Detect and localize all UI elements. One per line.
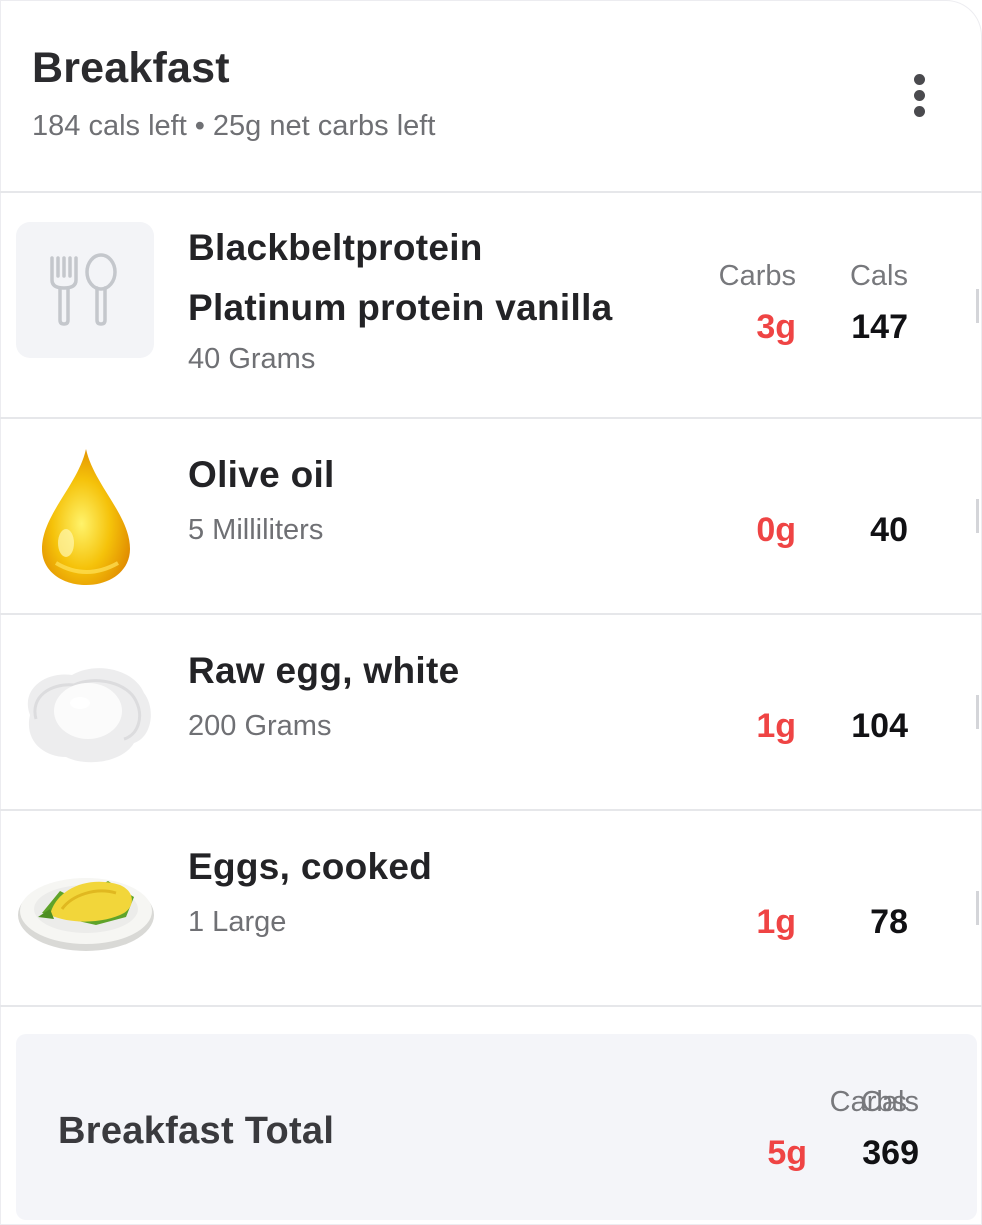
food-item-row[interactable]: Blackbeltprotein Platinum protein vanill… (0, 193, 982, 419)
carbs-value: 1g (756, 707, 796, 745)
summary-separator: • (194, 110, 205, 142)
carbs-value: 1g (756, 903, 796, 941)
cals-left: 184 cals left (32, 110, 187, 142)
oil-drop-icon (16, 445, 156, 585)
more-dot (914, 74, 925, 85)
meal-header: Breakfast 184 cals left • 25g net carbs le… (0, 0, 982, 193)
serving-size: 200 Grams (188, 710, 332, 742)
carbs-column-label: Carbs (718, 260, 796, 292)
swipe-handle[interactable] (976, 891, 979, 925)
omelette-plate-icon (16, 851, 156, 991)
serving-size: 40 Grams (188, 343, 316, 375)
meal-card: Breakfast 184 cals left • 25g net carbs le… (0, 0, 982, 1225)
cals-value: 78 (870, 903, 908, 941)
fork-spoon-svg (50, 253, 117, 326)
meal-title: Breakfast (32, 44, 230, 92)
swipe-handle[interactable] (976, 499, 979, 533)
serving-size: 5 Milliliters (188, 514, 324, 546)
total-cals-value: 369 (862, 1134, 919, 1172)
food-item-row[interactable]: Olive oil 5 Milliliters 0g 40 (0, 419, 982, 615)
cals-column-label: Cals (860, 1086, 919, 1118)
carbs-left: 25g net carbs left (212, 110, 436, 142)
food-item-row[interactable]: Raw egg, white 200 Grams 1g 104 (0, 615, 982, 811)
raw-egg-svg (27, 668, 151, 763)
more-dot (914, 90, 925, 101)
raw-egg-icon (16, 645, 156, 785)
cals-column-label: Cals (849, 260, 908, 292)
carbs-value: 3g (756, 308, 796, 346)
carbs-value: 0g (756, 511, 796, 549)
swipe-handle[interactable] (976, 289, 979, 323)
omelette-plate-svg (18, 878, 154, 951)
food-name: Raw egg, white (188, 650, 460, 691)
oil-drop-svg (42, 449, 130, 585)
fork-spoon-icon (16, 222, 154, 358)
cals-value: 40 (870, 511, 908, 549)
total-carbs-value: 5g (767, 1134, 807, 1172)
food-name-line: Platinum protein vanilla (188, 287, 613, 328)
food-name: Eggs, cooked (188, 846, 433, 887)
meal-total-panel: Breakfast Total Carbs Cals 5g 369 (16, 1034, 977, 1220)
cals-value: 104 (851, 707, 908, 745)
serving-size: 1 Large (188, 906, 287, 938)
meal-summary: 184 cals left • 25g net carbs left (32, 110, 435, 143)
swipe-handle[interactable] (976, 695, 979, 729)
food-name: Blackbeltprotein Platinum protein vanill… (188, 218, 613, 338)
cals-value: 147 (851, 308, 908, 346)
more-vertical-icon[interactable] (898, 70, 942, 122)
food-item-row[interactable]: Eggs, cooked 1 Large 1g 78 (0, 811, 982, 1007)
food-name: Olive oil (188, 454, 335, 495)
food-name-line: Blackbeltprotein (188, 227, 483, 268)
more-dot (914, 106, 925, 117)
meal-total-label: Breakfast Total (58, 1110, 335, 1152)
